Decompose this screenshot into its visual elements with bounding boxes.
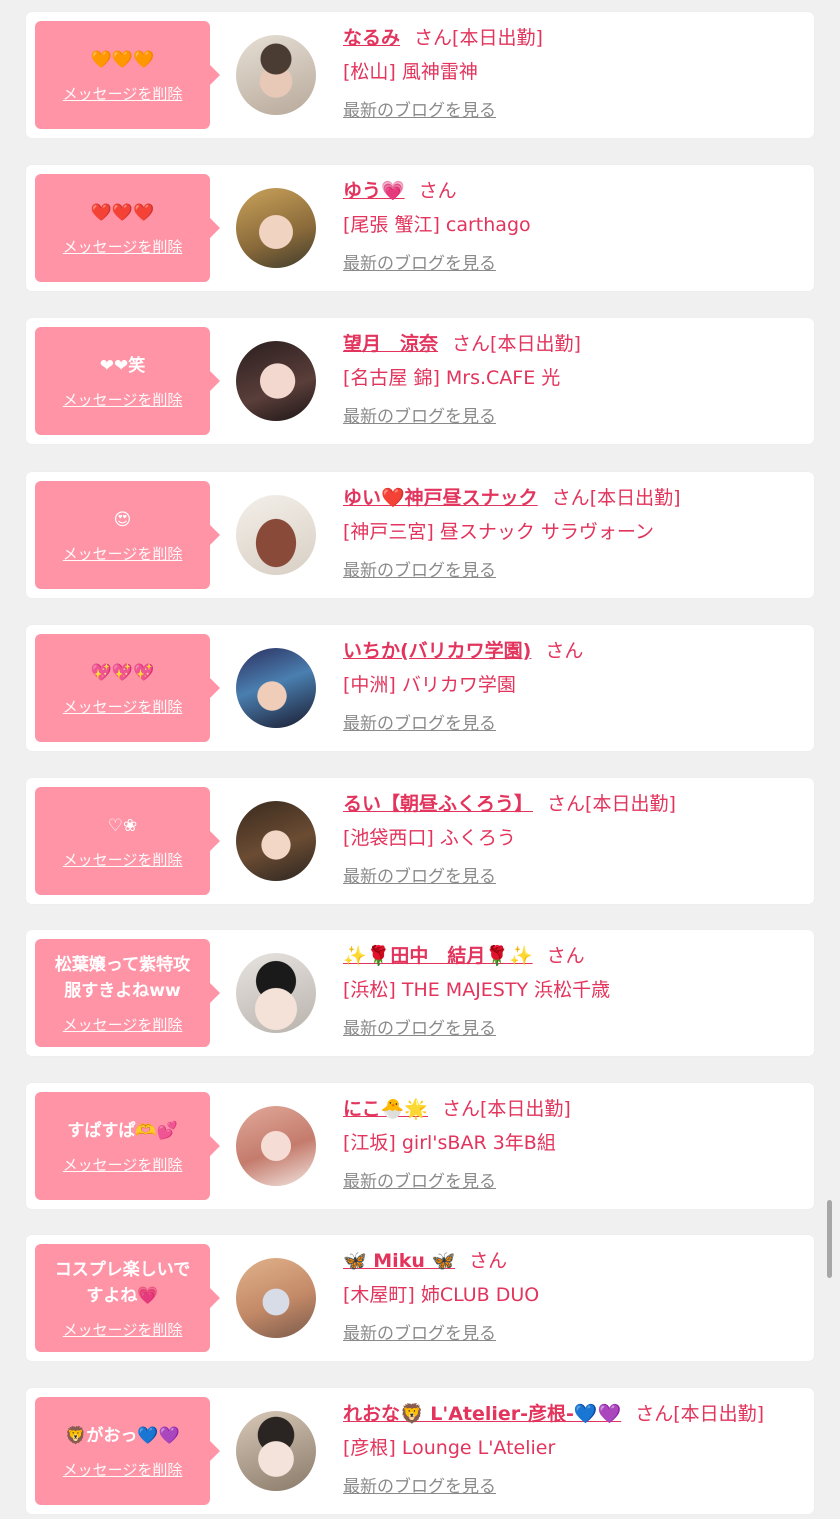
list-item: 松葉嬢って紫特攻 服すきよねww メッセージを削除 ✨🌹田中 結月🌹✨ さん [浜…: [26, 930, 814, 1056]
message-bubble: 松葉嬢って紫特攻 服すきよねww メッセージを削除: [35, 939, 220, 1047]
avatar[interactable]: [236, 188, 316, 268]
delete-message-link[interactable]: メッセージを削除: [63, 236, 183, 257]
cast-name-link[interactable]: にこ🐣🌟: [343, 1098, 428, 1120]
list-item: 🦁がおっ💙💜 メッセージを削除 れおな🦁 L'Atelier-彦根-💙💜 さん[本…: [26, 1388, 814, 1514]
list-item: ♡❀ メッセージを削除 るい【朝昼ふくろう】 さん[本日出勤] [池袋西口] ふく…: [26, 778, 814, 904]
list-item: ❤❤笑 メッセージを削除 望月 涼奈 さん[本日出勤] [名古屋 錦] Mrs.C…: [26, 318, 814, 444]
san-suffix: さん: [452, 333, 491, 355]
delete-message-link[interactable]: メッセージを削除: [63, 849, 183, 870]
latest-blog-link[interactable]: 最新のブログを見る: [343, 402, 496, 427]
san-suffix: さん: [414, 27, 453, 49]
latest-blog-link[interactable]: 最新のブログを見る: [343, 96, 496, 121]
san-suffix: さん: [546, 945, 585, 967]
scrollbar[interactable]: [827, 1200, 832, 1278]
avatar[interactable]: [236, 953, 316, 1033]
message-bubble: 🧡🧡🧡 メッセージを削除: [35, 21, 220, 129]
latest-blog-link[interactable]: 最新のブログを見る: [343, 1167, 496, 1192]
favorites-list: 🧡🧡🧡 メッセージを削除 なるみ さん[本日出勤] [松山] 風神雷神 最新のブロ…: [0, 0, 840, 1519]
san-suffix: さん: [551, 487, 590, 509]
workday-badge: [本日出勤]: [490, 333, 581, 355]
shop-info: [神戸三宮] 昼スナック サラヴォーン: [343, 521, 654, 543]
cast-name-link[interactable]: ゆい❤️神戸昼スナック: [343, 487, 538, 509]
latest-blog-link[interactable]: 最新のブログを見る: [343, 556, 496, 581]
san-suffix: さん: [547, 793, 586, 815]
san-suffix: さん: [545, 640, 584, 662]
message-text: 🧡🧡🧡: [90, 49, 155, 70]
avatar[interactable]: [236, 1258, 316, 1338]
cast-name-link[interactable]: 望月 涼奈: [343, 333, 438, 355]
shop-info: [江坂] girl'sBAR 3年B組: [343, 1132, 556, 1154]
delete-message-link[interactable]: メッセージを削除: [63, 1154, 183, 1175]
latest-blog-link[interactable]: 最新のブログを見る: [343, 1319, 496, 1344]
cast-name-link[interactable]: なるみ: [343, 27, 400, 49]
message-bubble: ❤❤笑 メッセージを削除: [35, 327, 220, 435]
delete-message-link[interactable]: メッセージを削除: [63, 543, 183, 564]
shop-info: [松山] 風神雷神: [343, 61, 478, 83]
avatar[interactable]: [236, 1106, 316, 1186]
cast-name-link[interactable]: れおな🦁 L'Atelier-彦根-💙💜: [343, 1403, 621, 1425]
message-text: すぱすぱ🫶💕: [67, 1120, 178, 1141]
message-text: 松葉嬢って紫特攻 服すきよねww: [54, 954, 191, 1001]
shop-info: [池袋西口] ふくろう: [343, 827, 516, 849]
avatar[interactable]: [236, 648, 316, 728]
message-bubble: すぱすぱ🫶💕 メッセージを削除: [35, 1092, 220, 1200]
message-bubble: 🦁がおっ💙💜 メッセージを削除: [35, 1397, 220, 1505]
list-item: すぱすぱ🫶💕 メッセージを削除 にこ🐣🌟 さん[本日出勤] [江坂] girl's…: [26, 1083, 814, 1209]
message-text: コスプレ楽しいで すよね💗: [54, 1259, 191, 1306]
cast-name-link[interactable]: ✨🌹田中 結月🌹✨: [343, 945, 533, 967]
avatar[interactable]: [236, 1411, 316, 1491]
avatar[interactable]: [236, 495, 316, 575]
avatar[interactable]: [236, 801, 316, 881]
latest-blog-link[interactable]: 最新のブログを見る: [343, 709, 496, 734]
message-bubble: ❤️❤️❤️ メッセージを削除: [35, 174, 220, 282]
shop-info: [名古屋 錦] Mrs.CAFE 光: [343, 367, 561, 389]
delete-message-link[interactable]: メッセージを削除: [63, 1459, 183, 1480]
latest-blog-link[interactable]: 最新のブログを見る: [343, 1472, 496, 1497]
workday-badge: [本日出勤]: [589, 487, 681, 509]
workday-badge: [本日出勤]: [452, 27, 543, 49]
message-text: ❤❤笑: [99, 355, 146, 376]
message-bubble: コスプレ楽しいで すよね💗 メッセージを削除: [35, 1244, 220, 1352]
san-suffix: さん: [635, 1403, 674, 1425]
message-bubble: 😍 メッセージを削除: [35, 481, 220, 589]
cast-name-link[interactable]: いちか(バリカワ学園): [343, 640, 531, 662]
cast-name-link[interactable]: 🦋 Miku 🦋: [343, 1250, 455, 1272]
workday-badge: [本日出勤]: [479, 1098, 571, 1120]
list-item: 🧡🧡🧡 メッセージを削除 なるみ さん[本日出勤] [松山] 風神雷神 最新のブロ…: [26, 12, 814, 138]
shop-info: [尾張 蟹江] carthago: [343, 214, 531, 236]
workday-badge: [本日出勤]: [585, 793, 676, 815]
list-item: 😍 メッセージを削除 ゆい❤️神戸昼スナック さん[本日出勤] [神戸三宮] 昼ス…: [26, 472, 814, 598]
list-item: 💖💖💖 メッセージを削除 いちか(バリカワ学園) さん [中洲] バリカワ学園 最…: [26, 625, 814, 751]
message-text: ♡❀: [107, 815, 138, 836]
delete-message-link[interactable]: メッセージを削除: [63, 83, 183, 104]
shop-info: [木屋町] 姉CLUB DUO: [343, 1284, 540, 1306]
cast-name-link[interactable]: るい【朝昼ふくろう】: [343, 793, 533, 815]
san-suffix: さん: [469, 1250, 508, 1272]
latest-blog-link[interactable]: 最新のブログを見る: [343, 862, 496, 887]
avatar[interactable]: [236, 341, 316, 421]
shop-info: [中洲] バリカワ学園: [343, 674, 516, 696]
message-text: 😍: [113, 509, 132, 530]
workday-badge: [本日出勤]: [673, 1403, 765, 1425]
delete-message-link[interactable]: メッセージを削除: [63, 1319, 183, 1340]
delete-message-link[interactable]: メッセージを削除: [63, 389, 183, 410]
list-item: コスプレ楽しいで すよね💗 メッセージを削除 🦋 Miku 🦋 さん [木屋町] …: [26, 1235, 814, 1361]
list-item: ❤️❤️❤️ メッセージを削除 ゆう💗 さん [尾張 蟹江] carthago 最…: [26, 165, 814, 291]
message-text: 🦁がおっ💙💜: [65, 1425, 180, 1446]
latest-blog-link[interactable]: 最新のブログを見る: [343, 249, 496, 274]
message-bubble: 💖💖💖 メッセージを削除: [35, 634, 220, 742]
shop-info: [彦根] Lounge L'Atelier: [343, 1437, 556, 1459]
latest-blog-link[interactable]: 最新のブログを見る: [343, 1014, 496, 1039]
cast-name-link[interactable]: ゆう💗: [343, 180, 405, 202]
delete-message-link[interactable]: メッセージを削除: [63, 1014, 183, 1035]
message-bubble: ♡❀ メッセージを削除: [35, 787, 220, 895]
san-suffix: さん: [418, 180, 457, 202]
delete-message-link[interactable]: メッセージを削除: [63, 696, 183, 717]
message-text: 💖💖💖: [90, 662, 155, 683]
shop-info: [浜松] THE MAJESTY 浜松千歳: [343, 979, 611, 1001]
san-suffix: さん: [441, 1098, 480, 1120]
avatar[interactable]: [236, 35, 316, 115]
message-text: ❤️❤️❤️: [90, 202, 155, 223]
